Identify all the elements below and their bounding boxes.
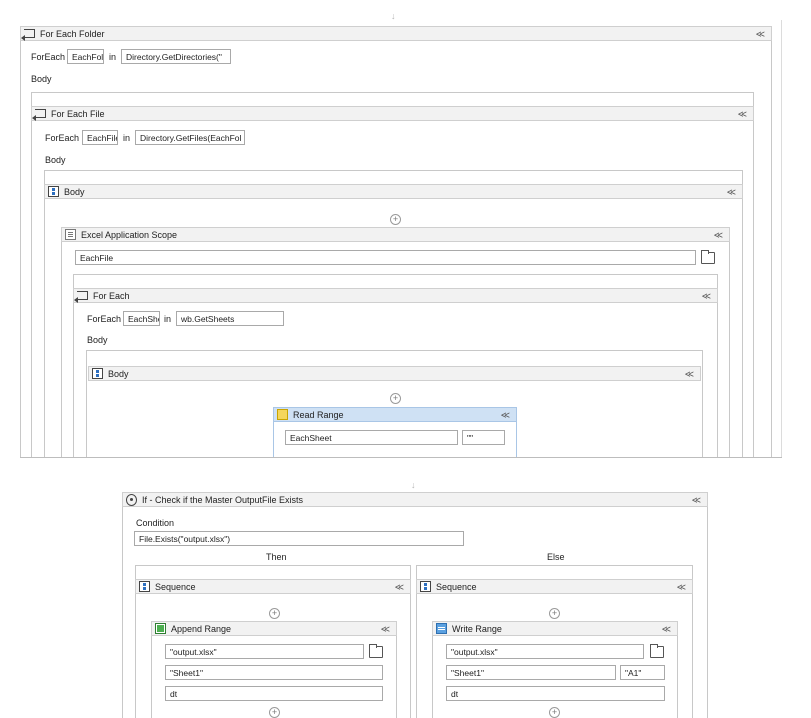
file-collection-input[interactable]: Directory.GetFiles(EachFol bbox=[135, 130, 245, 145]
workbook-path-input[interactable]: EachFile bbox=[75, 250, 696, 265]
loop-icon bbox=[74, 291, 88, 303]
read-range-title: Read Range bbox=[293, 409, 344, 420]
for-each-sheet-header[interactable]: For Each ≪ bbox=[73, 288, 718, 303]
read-range-range-input[interactable]: "" bbox=[462, 430, 505, 445]
collapse-icon[interactable]: ≪ bbox=[702, 290, 711, 303]
collapse-icon[interactable]: ≪ bbox=[662, 623, 671, 636]
write-range-header[interactable]: Write Range ≪ bbox=[432, 621, 678, 636]
collapse-icon[interactable]: ≪ bbox=[714, 229, 723, 242]
folder-collection-input[interactable]: Directory.GetDirectories(" bbox=[121, 49, 231, 64]
excel-scope-title: Excel Application Scope bbox=[81, 229, 178, 240]
condition-input[interactable]: File.Exists("output.xlsx") bbox=[134, 531, 464, 546]
if-activity-title: If - Check if the Master OutputFile Exis… bbox=[142, 494, 304, 505]
write-file-path-input[interactable]: "output.xlsx" bbox=[446, 644, 644, 659]
in-label: in bbox=[109, 52, 117, 62]
body-label: Body bbox=[31, 74, 52, 84]
append-file-path-input[interactable]: "output.xlsx" bbox=[165, 644, 364, 659]
collapse-icon[interactable]: ≪ bbox=[727, 186, 736, 199]
folder-item-variable-input[interactable]: EachFolc bbox=[67, 49, 104, 64]
for-each-folder-header[interactable]: For Each Folder ≪ bbox=[20, 26, 772, 41]
write-start-cell-input[interactable]: "A1" bbox=[620, 665, 665, 680]
browse-folder-icon[interactable] bbox=[701, 250, 715, 264]
sequence-icon bbox=[48, 186, 59, 197]
for-each-file-title: For Each File bbox=[51, 108, 105, 119]
in-label: in bbox=[164, 314, 172, 324]
foreach-label: ForEach bbox=[31, 52, 66, 62]
then-sequence-title: Sequence bbox=[155, 581, 196, 592]
collapse-icon[interactable]: ≪ bbox=[692, 494, 701, 507]
write-range-icon bbox=[436, 623, 447, 634]
collapse-icon[interactable]: ≪ bbox=[756, 28, 765, 41]
then-sequence-header[interactable]: Sequence ≪ bbox=[135, 579, 411, 594]
append-sheet-name-input[interactable]: "Sheet1" bbox=[165, 665, 383, 680]
append-range-icon bbox=[155, 623, 166, 634]
sheet-item-variable-input[interactable]: EachShe bbox=[123, 311, 160, 326]
inner-body-title: Body bbox=[108, 368, 129, 379]
add-activity-icon[interactable]: + bbox=[269, 707, 280, 718]
for-each-title: For Each bbox=[93, 290, 130, 301]
write-sheet-name-input[interactable]: "Sheet1" bbox=[446, 665, 616, 680]
collapse-icon[interactable]: ≪ bbox=[738, 108, 747, 121]
body-label: Body bbox=[87, 335, 108, 345]
collapse-icon[interactable]: ≪ bbox=[685, 368, 694, 381]
body-label: Body bbox=[45, 155, 66, 165]
browse-folder-icon[interactable] bbox=[650, 644, 664, 658]
read-range-icon bbox=[277, 409, 288, 420]
foreach-label: ForEach bbox=[87, 314, 122, 324]
condition-label: Condition bbox=[136, 518, 175, 528]
sequence-icon bbox=[420, 581, 431, 592]
append-range-title: Append Range bbox=[171, 623, 232, 634]
else-sequence-header[interactable]: Sequence ≪ bbox=[416, 579, 693, 594]
write-range-title: Write Range bbox=[452, 623, 502, 634]
loop-icon bbox=[32, 109, 46, 121]
read-range-header[interactable]: Read Range ≪ bbox=[273, 407, 517, 422]
append-datatable-input[interactable]: dt bbox=[165, 686, 383, 701]
sheet-collection-input[interactable]: wb.GetSheets bbox=[176, 311, 284, 326]
file-item-variable-input[interactable]: EachFile bbox=[82, 130, 118, 145]
collapse-icon[interactable]: ≪ bbox=[677, 581, 686, 594]
for-each-folder-title: For Each Folder bbox=[40, 28, 105, 39]
add-activity-icon[interactable]: + bbox=[390, 393, 401, 404]
excel-scope-header[interactable]: Excel Application Scope ≪ bbox=[61, 227, 730, 242]
add-activity-icon[interactable]: + bbox=[269, 608, 280, 619]
add-activity-icon[interactable]: + bbox=[549, 608, 560, 619]
loop-icon bbox=[21, 29, 35, 41]
collapse-icon[interactable]: ≪ bbox=[501, 409, 510, 422]
sequence-icon bbox=[92, 368, 103, 379]
flow-arrow-icon: ↓ bbox=[411, 480, 416, 490]
excel-scope-icon bbox=[65, 229, 76, 240]
flow-arrow-icon: ↓ bbox=[391, 11, 396, 21]
scrollbar[interactable] bbox=[781, 20, 782, 457]
body-sequence-title: Body bbox=[64, 186, 85, 197]
read-range-sheet-input[interactable]: EachSheet bbox=[285, 430, 458, 445]
foreach-label: ForEach bbox=[45, 133, 80, 143]
append-range-header[interactable]: Append Range ≪ bbox=[151, 621, 397, 636]
if-icon bbox=[126, 493, 137, 506]
add-activity-icon[interactable]: + bbox=[390, 214, 401, 225]
sequence-icon bbox=[139, 581, 150, 592]
collapse-icon[interactable]: ≪ bbox=[381, 623, 390, 636]
else-label: Else bbox=[547, 552, 565, 562]
write-datatable-input[interactable]: dt bbox=[446, 686, 665, 701]
collapse-icon[interactable]: ≪ bbox=[395, 581, 404, 594]
add-activity-icon[interactable]: + bbox=[549, 707, 560, 718]
then-label: Then bbox=[266, 552, 287, 562]
screenshot-divider bbox=[20, 457, 782, 458]
if-activity-header[interactable]: If - Check if the Master OutputFile Exis… bbox=[122, 492, 708, 507]
else-sequence-title: Sequence bbox=[436, 581, 477, 592]
browse-folder-icon[interactable] bbox=[369, 644, 383, 658]
body-sequence-header[interactable]: Body ≪ bbox=[44, 184, 743, 199]
inner-body-sequence-header[interactable]: Body ≪ bbox=[88, 366, 701, 381]
in-label: in bbox=[123, 133, 131, 143]
for-each-file-header[interactable]: For Each File ≪ bbox=[31, 106, 754, 121]
